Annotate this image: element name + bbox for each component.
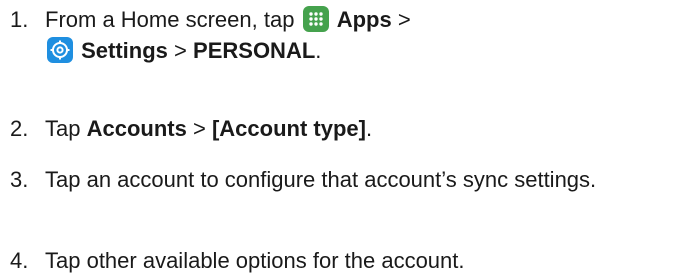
account-type-label: [Account type]: [211, 116, 366, 141]
step-1-text: From a Home screen, tap: [45, 7, 295, 32]
apps-grid-icon: [302, 6, 329, 32]
separator: >: [174, 38, 187, 63]
step-text: From a Home screen, tap Apps > Settings …: [45, 4, 679, 66]
personal-label: PERSONAL: [193, 38, 316, 63]
step-number: 2.: [10, 116, 29, 141]
separator: >: [192, 116, 206, 141]
step-1: 1. From a Home screen, tap Apps > Settin…: [10, 4, 679, 66]
settings-gear-icon: [47, 37, 73, 63]
step-2-text: Tap: [45, 116, 81, 141]
step-2: 2. Tap Accounts > [Account type].: [10, 113, 679, 144]
separator: >: [397, 7, 411, 32]
period: .: [365, 116, 373, 141]
apps-label: Apps: [336, 7, 392, 32]
step-number: 3.: [10, 167, 29, 192]
step-number: 4.: [10, 248, 29, 273]
step-4: 4. Tap other available options for the a…: [10, 245, 679, 276]
instruction-steps: 1. From a Home screen, tap Apps > Settin…: [0, 0, 687, 280]
step-3: 3. Tap an account to configure that acco…: [10, 164, 679, 195]
step-text: Tap Accounts > [Account type].: [45, 113, 679, 144]
settings-label: Settings: [81, 38, 168, 63]
period: .: [315, 38, 322, 63]
step-number: 1.: [10, 7, 29, 32]
step-text: Tap an account to configure that account…: [45, 167, 597, 192]
step-text: Tap other available options for the acco…: [45, 248, 465, 273]
accounts-label: Accounts: [86, 116, 187, 141]
